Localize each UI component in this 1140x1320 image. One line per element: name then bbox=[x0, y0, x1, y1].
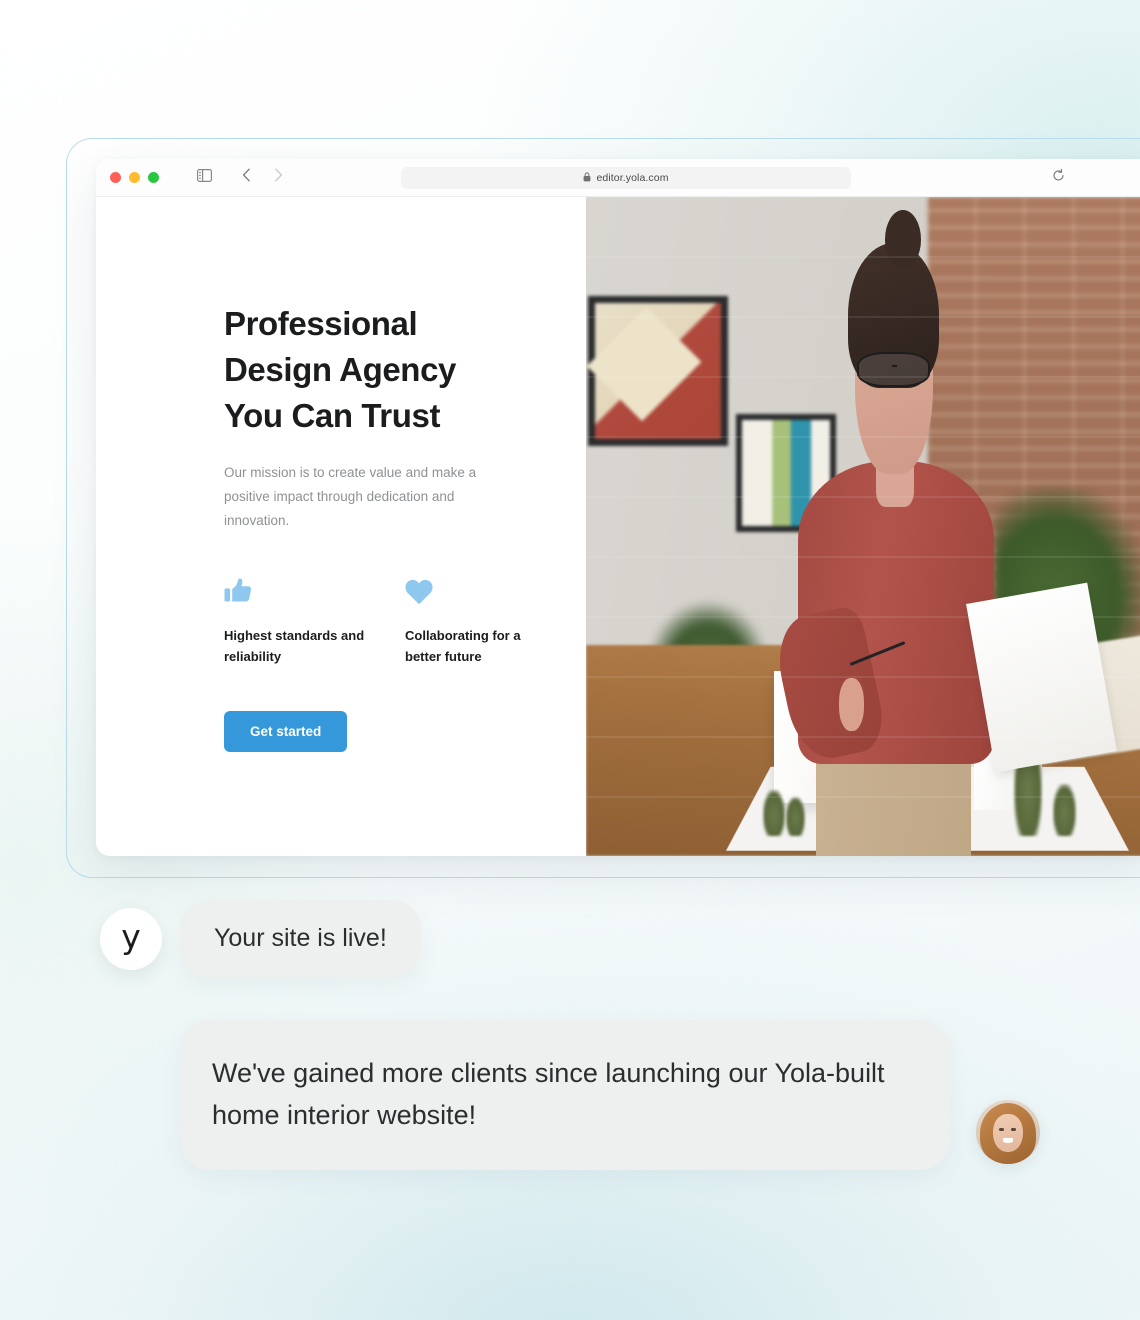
thumbs-up-icon bbox=[224, 575, 369, 605]
website-preview: Professional Design Agency You Can Trust… bbox=[96, 197, 1140, 856]
chevron-right-icon bbox=[274, 168, 283, 187]
sidebar-toggle-button[interactable] bbox=[191, 166, 217, 190]
avatar-smile bbox=[1002, 1138, 1014, 1143]
reload-icon bbox=[1052, 168, 1065, 187]
address-bar[interactable]: editor.yola.com bbox=[401, 167, 851, 189]
yola-logo-letter: y bbox=[121, 917, 141, 956]
chevron-left-icon bbox=[242, 168, 251, 187]
title-line-1: Professional bbox=[224, 305, 418, 342]
page-subtitle: Our mission is to create value and make … bbox=[224, 465, 477, 528]
browser-window: editor.yola.com Professional Design Agen… bbox=[96, 159, 1140, 856]
title-line-3: You Can Trust bbox=[224, 397, 441, 434]
chat-message-row-user: We've gained more clients since launchin… bbox=[180, 1020, 1040, 1170]
feature-item: Highest standards and reliability bbox=[224, 575, 369, 667]
avatar-face bbox=[993, 1114, 1023, 1153]
lock-icon bbox=[583, 169, 591, 187]
chat-bubble-user: We've gained more clients since launchin… bbox=[180, 1020, 950, 1170]
window-controls[interactable] bbox=[110, 172, 159, 183]
hero-text-column: Professional Design Agency You Can Trust… bbox=[96, 197, 586, 856]
feature-list: Highest standards and reliability Collab… bbox=[224, 575, 586, 667]
reload-button[interactable] bbox=[1048, 168, 1068, 188]
sidebar-icon bbox=[196, 168, 212, 187]
back-button[interactable] bbox=[233, 166, 259, 190]
person-glasses bbox=[857, 351, 931, 388]
hero-image bbox=[586, 197, 1140, 856]
feature-label: Highest standards and reliability bbox=[224, 628, 365, 664]
feature-label: Collaborating for a better future bbox=[405, 628, 521, 664]
browser-toolbar: editor.yola.com bbox=[96, 159, 1140, 197]
heart-icon bbox=[405, 575, 550, 605]
url-text: editor.yola.com bbox=[596, 172, 669, 184]
chat-bubble-yola: Your site is live! bbox=[180, 900, 421, 977]
yola-avatar: y bbox=[100, 907, 162, 970]
avatar-eye-left bbox=[999, 1128, 1005, 1132]
chat-message-row-yola: y Your site is live! bbox=[100, 900, 421, 977]
feature-item: Collaborating for a better future bbox=[405, 575, 550, 667]
close-button[interactable] bbox=[110, 172, 121, 183]
maximize-button[interactable] bbox=[148, 172, 159, 183]
hero-framed-art-1 bbox=[588, 295, 728, 446]
title-line-2: Design Agency bbox=[224, 351, 456, 388]
person-hand bbox=[839, 678, 865, 731]
minimize-button[interactable] bbox=[129, 172, 140, 183]
user-avatar bbox=[976, 1100, 1040, 1164]
hero-person bbox=[770, 197, 1118, 856]
page-title: Professional Design Agency You Can Trust bbox=[224, 301, 524, 439]
forward-button[interactable] bbox=[265, 166, 291, 190]
get-started-button[interactable]: Get started bbox=[224, 711, 348, 752]
hero-model-tree bbox=[1053, 783, 1077, 837]
